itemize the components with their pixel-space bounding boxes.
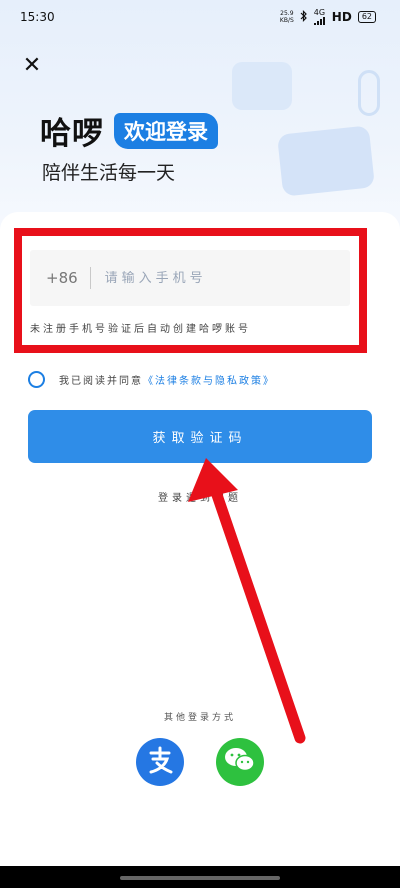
agreement-text: 我已阅读并同意	[59, 376, 143, 387]
agreement-checkbox[interactable]	[28, 371, 45, 388]
close-icon[interactable]: ✕	[20, 54, 44, 78]
register-hint: 未注册手机号验证后自动创建哈啰账号	[30, 324, 251, 335]
login-card	[0, 212, 400, 888]
wechat-login-button[interactable]	[216, 738, 264, 786]
brand-row: 哈啰 欢迎登录	[40, 108, 218, 153]
agreement-row: 我已阅读并同意 《法律条款与隐私政策》	[28, 371, 275, 388]
phone-field: +86	[30, 250, 350, 306]
agreement-link[interactable]: 《法律条款与隐私政策》	[143, 372, 275, 387]
alipay-icon	[145, 745, 175, 779]
network-speed: 25.9 KB/S	[279, 10, 294, 24]
decorative-shape	[232, 62, 292, 110]
brand-logo: 哈啰	[40, 116, 104, 152]
social-login-row	[0, 738, 400, 786]
phone-input[interactable]	[104, 270, 305, 286]
status-time: 15:30	[20, 10, 55, 24]
decorative-clip-shape	[358, 70, 380, 116]
get-code-button[interactable]: 获取验证码	[28, 410, 372, 463]
field-divider	[89, 267, 91, 289]
decorative-shape	[277, 125, 375, 197]
other-login-label: 其他登录方式	[163, 713, 236, 723]
hd-indicator: HD	[331, 10, 352, 24]
country-code-selector[interactable]: +86	[46, 269, 78, 287]
status-icons: 25.9 KB/S 4G HD 62	[280, 9, 376, 25]
page-subtitle: 陪伴生活每一天	[42, 162, 176, 184]
login-trouble-link[interactable]: 登录遇到问题	[0, 489, 400, 504]
home-indicator[interactable]	[120, 876, 280, 880]
battery-icon: 62	[357, 11, 376, 23]
status-bar: 15:30 25.9 KB/S 4G HD 62	[0, 0, 400, 34]
bluetooth-icon	[300, 9, 308, 25]
welcome-badge: 欢迎登录	[114, 112, 218, 149]
alipay-login-button[interactable]	[136, 738, 184, 786]
signal-icon: 4G	[313, 9, 326, 25]
wechat-icon	[224, 746, 256, 778]
